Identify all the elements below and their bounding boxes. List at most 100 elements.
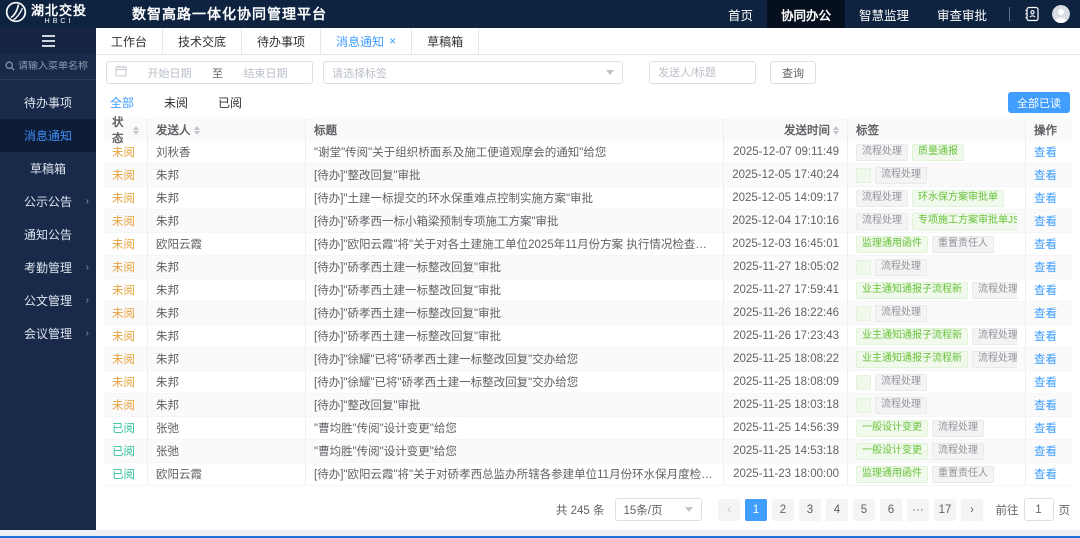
view-link[interactable]: 查看 xyxy=(1034,420,1057,436)
more-pages-icon[interactable]: ··· xyxy=(907,499,929,521)
tag-badge: 流程处理 xyxy=(875,259,927,276)
send-time: 2025-11-25 14:56:39 xyxy=(733,422,839,434)
tag-list: 流程处理专项施工方案审批单JSGB xyxy=(856,213,1017,230)
tag-badge: 流程处理 xyxy=(875,305,927,322)
menu-search-input[interactable] xyxy=(18,61,92,72)
page-number-button[interactable]: 17 xyxy=(934,499,956,521)
user-avatar[interactable] xyxy=(1052,5,1070,23)
column-header-label: 发送人 xyxy=(156,122,191,138)
topnav-item[interactable]: 首页 xyxy=(714,0,767,28)
column-header[interactable]: 发送人 xyxy=(148,119,306,141)
topnav-item[interactable]: 协同办公 xyxy=(767,0,845,28)
keyword-input[interactable] xyxy=(650,62,755,83)
close-icon[interactable]: × xyxy=(389,35,396,47)
address-book-icon[interactable] xyxy=(1024,6,1040,22)
start-date-placeholder[interactable]: 开始日期 xyxy=(131,65,208,81)
tab-item[interactable]: 消息通知× xyxy=(321,28,412,54)
status-badge: 未阅 xyxy=(112,282,135,298)
tag-select-placeholder: 请选择标签 xyxy=(332,65,387,81)
tag-badge: 重置责任人 xyxy=(932,466,994,483)
message-title: [待办]"硚孝西土建一标整改回复"审批 xyxy=(314,328,501,344)
query-button[interactable]: 查询 xyxy=(770,61,816,84)
tag-select[interactable]: 请选择标签 xyxy=(323,61,623,84)
sidebar-item[interactable]: 通知公告 xyxy=(0,218,96,251)
column-header[interactable]: 状态 xyxy=(104,119,148,141)
status-badge: 未阅 xyxy=(112,144,135,160)
read-filter-option[interactable]: 全部 xyxy=(110,94,134,111)
sidebar-item-label: 会议管理 xyxy=(24,325,72,342)
page-number-button[interactable]: 1 xyxy=(745,499,767,521)
sender-name: 朱邦 xyxy=(156,213,179,229)
view-link[interactable]: 查看 xyxy=(1034,259,1057,275)
tab-item[interactable]: 技术交底 xyxy=(163,28,242,54)
sidebar-item[interactable]: 会议管理› xyxy=(0,317,96,350)
sort-icon[interactable] xyxy=(194,126,200,135)
view-link[interactable]: 查看 xyxy=(1034,351,1057,367)
prev-page-button[interactable]: ‹ xyxy=(718,499,740,521)
sidebar-item[interactable]: 考勤管理› xyxy=(0,251,96,284)
goto-page-input[interactable] xyxy=(1024,498,1054,521)
tab-item[interactable]: 待办事项 xyxy=(242,28,321,54)
read-filter-option[interactable]: 未阅 xyxy=(164,94,188,111)
next-page-button[interactable]: › xyxy=(961,499,983,521)
message-title: [待办]"欧阳云霞"将"关于对硚孝西总监办所辖各参建单位11月份环水保月度检查情… xyxy=(314,466,715,482)
message-title: [待办]"土建一标提交的环水保重难点控制实施方案"审批 xyxy=(314,190,593,206)
read-filter-option[interactable]: 已阅 xyxy=(218,94,242,111)
logo-org-name: 湖北交投 xyxy=(31,4,87,17)
tag-badge: 流程处理 xyxy=(856,190,908,207)
message-title: [待办]"硚孝西一标小箱梁预制专项施工方案"审批 xyxy=(314,213,559,229)
column-header-label: 标签 xyxy=(856,122,879,138)
view-link[interactable]: 查看 xyxy=(1034,466,1057,482)
column-header[interactable]: 发送时间 xyxy=(724,119,848,141)
page-size-select[interactable]: 15条/页 xyxy=(615,498,702,521)
sidebar-item[interactable]: 公文管理› xyxy=(0,284,96,317)
sort-icon[interactable] xyxy=(833,126,839,135)
table-row: 未阅欧阳云霞[待办]"欧阳云霞"将"关于对各土建施工单位2025年11月份方案 … xyxy=(104,233,1072,256)
page-number-button[interactable]: 4 xyxy=(826,499,848,521)
view-link[interactable]: 查看 xyxy=(1034,328,1057,344)
tab-item[interactable]: 工作台 xyxy=(96,28,163,54)
tag-badge: 流程处理 xyxy=(875,167,927,184)
view-link[interactable]: 查看 xyxy=(1034,305,1057,321)
topnav-item[interactable]: 智慧监理 xyxy=(845,0,923,28)
message-title: [待办]"徐耀"已将"硚孝西土建一标整改回复"交办给您 xyxy=(314,374,578,390)
tag-badge: 业主通知通报子流程新 xyxy=(856,351,968,368)
view-link[interactable]: 查看 xyxy=(1034,167,1057,183)
send-time: 2025-12-03 16:45:01 xyxy=(732,238,839,250)
status-badge: 未阅 xyxy=(112,236,135,252)
sort-icon[interactable] xyxy=(133,126,139,135)
page-number-button[interactable]: 2 xyxy=(772,499,794,521)
sidebar-item[interactable]: 消息通知 xyxy=(0,119,96,152)
sidebar-collapse-button[interactable] xyxy=(0,28,96,54)
view-link[interactable]: 查看 xyxy=(1034,213,1057,229)
sidebar-item[interactable]: 公示公告› xyxy=(0,185,96,218)
tab-item[interactable]: 草稿箱 xyxy=(412,28,479,54)
page-number-button[interactable]: 6 xyxy=(880,499,902,521)
page-number-button[interactable]: 3 xyxy=(799,499,821,521)
view-link[interactable]: 查看 xyxy=(1034,236,1057,252)
message-title: [待办]"硚孝西土建一标整改回复"审批 xyxy=(314,282,501,298)
view-link[interactable]: 查看 xyxy=(1034,374,1057,390)
sidebar-item[interactable]: 草稿箱 xyxy=(0,152,96,185)
page-number-button[interactable]: 5 xyxy=(853,499,875,521)
status-badge: 未阅 xyxy=(112,305,135,321)
view-link[interactable]: 查看 xyxy=(1034,190,1057,206)
tag-badge: 一般设计变更 xyxy=(856,420,928,437)
date-range-picker[interactable]: 开始日期 至 结束日期 xyxy=(106,61,313,84)
sidebar-item[interactable]: 待办事项 xyxy=(0,86,96,119)
view-link[interactable]: 查看 xyxy=(1034,397,1057,413)
table-row: 未阅朱邦[待办]"徐耀"已将"硚孝西土建一标整改回复"交办给您2025-11-2… xyxy=(104,348,1072,371)
end-date-placeholder[interactable]: 结束日期 xyxy=(227,65,304,81)
main-content: 工作台技术交底待办事项消息通知×草稿箱 开始日期 至 结束日期 请选择标签 xyxy=(96,28,1080,530)
topnav-item[interactable]: 审查审批 xyxy=(923,0,1001,28)
mark-all-read-button[interactable]: 全部已读 xyxy=(1008,92,1070,113)
tag-list: 业主通知通报子流程新流程处理 xyxy=(856,351,1017,368)
view-link[interactable]: 查看 xyxy=(1034,144,1057,160)
sidebar-item-label: 通知公告 xyxy=(24,226,72,243)
table-row: 未阅刘秋香"谢堂"传阅"关于组织桥面系及施工便道观摩会的通知"给您2025-12… xyxy=(104,141,1072,164)
view-link[interactable]: 查看 xyxy=(1034,443,1057,459)
view-link[interactable]: 查看 xyxy=(1034,282,1057,298)
tag-list: 一般设计变更流程处理 xyxy=(856,443,984,460)
message-title: [待办]"徐耀"已将"硚孝西土建一标整改回复"交办给您 xyxy=(314,351,578,367)
table-row: 未阅朱邦[待办]"整改回复"审批2025-11-25 18:03:18流程处理查… xyxy=(104,394,1072,417)
